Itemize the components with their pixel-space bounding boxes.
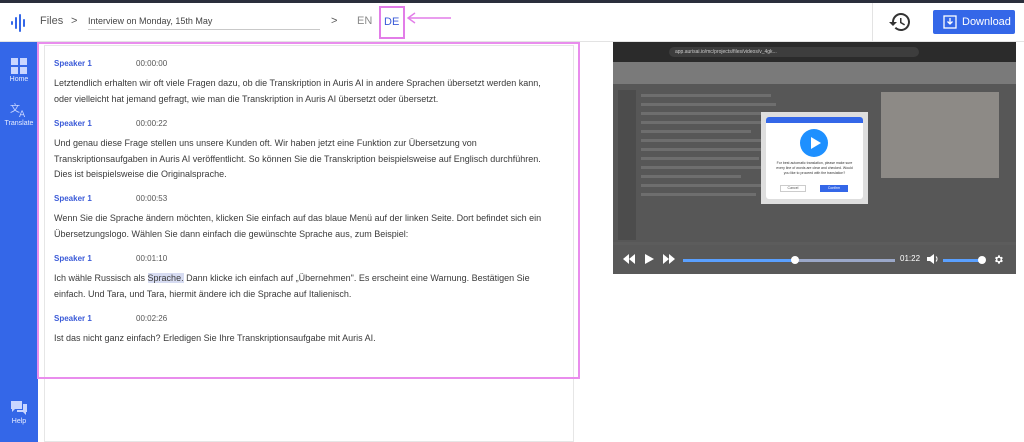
fast-forward-icon[interactable] bbox=[663, 254, 675, 264]
play-icon[interactable] bbox=[644, 254, 654, 264]
video-text-lines bbox=[641, 94, 781, 202]
timestamp[interactable]: 00:00:00 bbox=[136, 59, 167, 68]
segment-text-part: Ich wähle Russisch als bbox=[54, 273, 148, 283]
timestamp[interactable]: 00:00:22 bbox=[136, 119, 167, 128]
sidebar-item-help[interactable]: Help bbox=[0, 400, 38, 425]
video-controls: 01:22 bbox=[613, 245, 1016, 274]
sidebar-item-label: Home bbox=[9, 76, 29, 83]
video-modal-text: For best automatic translation, please m… bbox=[776, 161, 853, 175]
sidebar-item-label: Help bbox=[11, 418, 27, 425]
lang-de-tab[interactable]: DE bbox=[379, 6, 405, 39]
chat-help-icon bbox=[11, 401, 27, 415]
video-browser-url: app.aurisai.io/mc/projects/files/videos/… bbox=[669, 47, 919, 57]
video-thumbnail bbox=[881, 92, 999, 178]
video-play-overlay-icon[interactable] bbox=[800, 129, 828, 157]
speaker-label[interactable]: Speaker 1 bbox=[54, 254, 92, 263]
lang-en-tab[interactable]: EN bbox=[357, 15, 372, 27]
volume-icon[interactable] bbox=[927, 254, 939, 264]
video-current-time: 01:22 bbox=[900, 254, 921, 263]
volume-slider[interactable] bbox=[943, 256, 986, 264]
video-modal-header bbox=[766, 117, 863, 123]
sidebar-item-home[interactable]: Home bbox=[0, 58, 38, 83]
sidebar-item-label: Translate bbox=[4, 120, 34, 127]
translate-icon: 文 A bbox=[10, 102, 26, 118]
auris-logo-icon[interactable] bbox=[9, 13, 29, 33]
speaker-label[interactable]: Speaker 1 bbox=[54, 194, 92, 203]
video-modal-confirm: Confirm bbox=[820, 185, 848, 192]
header-bar: Files > Interview on Monday, 15th May > … bbox=[0, 3, 1024, 42]
history-icon[interactable] bbox=[888, 10, 912, 34]
breadcrumb-separator: > bbox=[71, 15, 78, 27]
video-app-header bbox=[613, 62, 1016, 84]
settings-gear-icon[interactable] bbox=[993, 254, 1004, 265]
segment-text[interactable]: Ich wähle Russisch als Sprache. Dann kli… bbox=[54, 271, 559, 302]
segment-text[interactable]: Ist das nicht ganz einfach? Erledigen Si… bbox=[54, 331, 559, 347]
home-grid-icon bbox=[11, 58, 27, 74]
video-modal-cancel: Cancel bbox=[780, 185, 806, 192]
video-progress-knob[interactable] bbox=[791, 256, 800, 264]
video-progress-bar[interactable] bbox=[683, 256, 895, 264]
segment-text[interactable]: Wenn Sie die Sprache ändern möchten, kli… bbox=[54, 211, 559, 242]
file-title-input[interactable]: Interview on Monday, 15th May bbox=[88, 14, 320, 30]
timestamp[interactable]: 00:02:26 bbox=[136, 314, 167, 323]
annotation-arrow-icon bbox=[406, 12, 451, 24]
video-player[interactable]: app.aurisai.io/mc/projects/files/videos/… bbox=[613, 42, 1016, 274]
segment-text[interactable]: Und genau diese Frage stellen uns unsere… bbox=[54, 136, 559, 183]
volume-knob[interactable] bbox=[978, 256, 986, 264]
video-sidebar bbox=[618, 90, 636, 240]
download-label: Download bbox=[962, 16, 1011, 28]
segment-text[interactable]: Letztendlich erhalten wir oft viele Frag… bbox=[54, 76, 559, 107]
rewind-icon[interactable] bbox=[623, 254, 635, 264]
lang-de-label: DE bbox=[384, 16, 400, 28]
speaker-label[interactable]: Speaker 1 bbox=[54, 59, 92, 68]
sidebar: Home 文 A Translate Help bbox=[0, 42, 38, 442]
highlighted-word[interactable]: Sprache. bbox=[147, 273, 184, 283]
speaker-label[interactable]: Speaker 1 bbox=[54, 119, 92, 128]
svg-text:A: A bbox=[19, 110, 26, 118]
speaker-label[interactable]: Speaker 1 bbox=[54, 314, 92, 323]
header-divider bbox=[872, 3, 873, 42]
video-modal: For best automatic translation, please m… bbox=[766, 117, 863, 199]
sidebar-item-translate[interactable]: 文 A Translate bbox=[0, 102, 38, 127]
timestamp[interactable]: 00:00:53 bbox=[136, 194, 167, 203]
breadcrumb-separator: > bbox=[331, 15, 338, 27]
video-browser-bar: app.aurisai.io/mc/projects/files/videos/… bbox=[613, 42, 1016, 62]
breadcrumb-files[interactable]: Files bbox=[40, 15, 63, 27]
download-button[interactable]: Download bbox=[933, 10, 1015, 34]
video-progress-fill bbox=[683, 259, 796, 262]
timestamp[interactable]: 00:01:10 bbox=[136, 254, 167, 263]
download-icon bbox=[943, 15, 957, 29]
